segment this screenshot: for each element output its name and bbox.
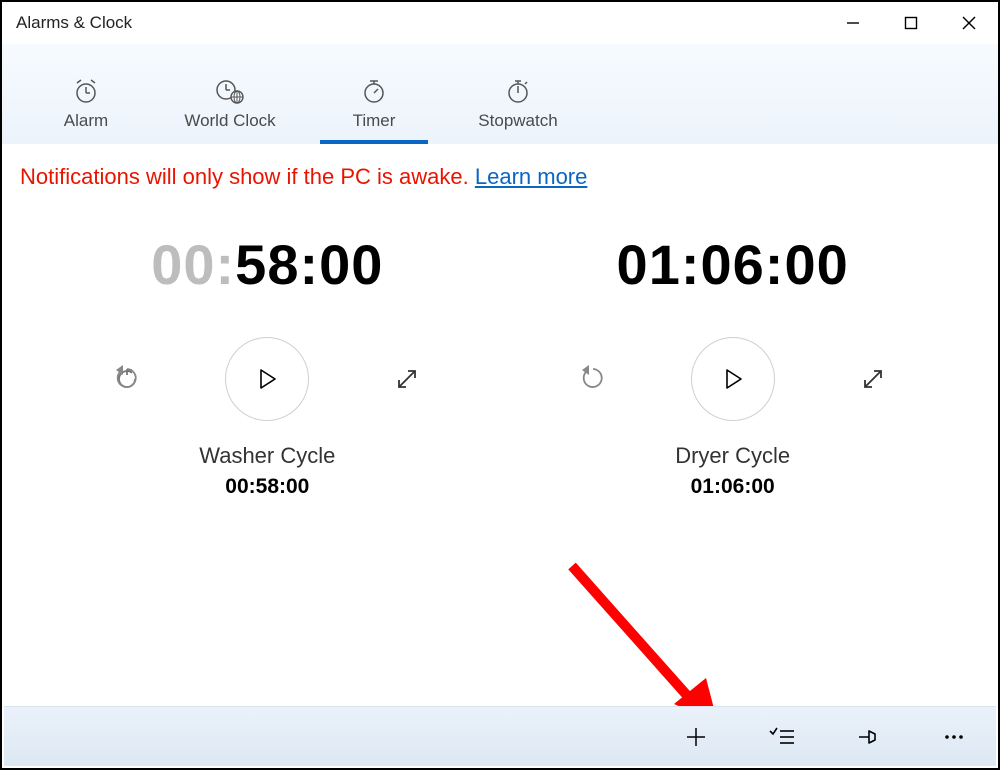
alarm-clock-icon xyxy=(73,77,99,105)
more-button[interactable] xyxy=(934,717,974,757)
timer-controls xyxy=(57,337,477,421)
tabs: Alarm World Clock Timer Stopwatch xyxy=(2,44,602,144)
content-area: Notifications will only show if the PC i… xyxy=(2,144,998,706)
app-window: Alarms & Clock Alarm xyxy=(0,0,1000,770)
tab-timer[interactable]: Timer xyxy=(324,57,424,131)
minimize-button[interactable] xyxy=(824,2,882,44)
window-title: Alarms & Clock xyxy=(16,13,132,33)
timer-name: Washer Cycle xyxy=(57,443,477,469)
timer-duration: 01:06:00 xyxy=(523,475,943,499)
add-timer-button[interactable] xyxy=(676,717,716,757)
notification-text: Notifications will only show if the PC i… xyxy=(20,164,475,189)
reset-icon-arrow xyxy=(112,364,142,394)
reset-button[interactable] xyxy=(107,359,147,399)
list-check-icon xyxy=(769,725,795,749)
timer-icon xyxy=(361,77,387,105)
timer-card-washer: 00:58:00 Washer Cycle 00:58:00 xyxy=(57,232,477,499)
stopwatch-icon xyxy=(505,77,531,105)
timer-minutes: 06 xyxy=(701,233,765,296)
timer-seconds: 00 xyxy=(784,233,848,296)
close-icon xyxy=(962,16,976,30)
play-icon xyxy=(255,367,279,391)
pin-icon xyxy=(855,725,881,749)
timer-hours: 01 xyxy=(617,233,681,296)
close-button[interactable] xyxy=(940,2,998,44)
tab-label: Alarm xyxy=(64,111,108,131)
timers-row: 00:58:00 Washer Cycle 00:58:00 xyxy=(12,232,988,499)
learn-more-link[interactable]: Learn more xyxy=(475,164,588,189)
reset-icon xyxy=(578,364,608,394)
timer-minutes: 58 xyxy=(235,233,299,296)
tab-label: Stopwatch xyxy=(478,111,557,131)
tab-stopwatch[interactable]: Stopwatch xyxy=(468,57,568,131)
tab-alarm[interactable]: Alarm xyxy=(36,57,136,131)
reset-button[interactable] xyxy=(573,359,613,399)
timer-seconds: 00 xyxy=(319,233,383,296)
maximize-button[interactable] xyxy=(882,2,940,44)
timer-hours: 00 xyxy=(151,233,215,296)
expand-button[interactable] xyxy=(853,359,893,399)
expand-icon xyxy=(394,366,420,392)
world-clock-icon xyxy=(215,77,245,105)
timer-countdown: 00:58:00 xyxy=(57,232,477,297)
timer-duration: 00:58:00 xyxy=(57,475,477,499)
pin-button[interactable] xyxy=(848,717,888,757)
minimize-icon xyxy=(846,16,860,30)
tabs-area: Alarm World Clock Timer Stopwatch xyxy=(2,44,998,144)
tab-world-clock[interactable]: World Clock xyxy=(180,57,280,131)
tab-label: World Clock xyxy=(184,111,275,131)
timer-countdown: 01:06:00 xyxy=(523,232,943,297)
tab-label: Timer xyxy=(353,111,396,131)
timer-name: Dryer Cycle xyxy=(523,443,943,469)
play-button[interactable] xyxy=(691,337,775,421)
plus-icon xyxy=(684,725,708,749)
timer-card-dryer: 01:06:00 Dryer Cycle 01:06:00 xyxy=(523,232,943,499)
expand-button[interactable] xyxy=(387,359,427,399)
maximize-icon xyxy=(904,16,918,30)
notification-banner: Notifications will only show if the PC i… xyxy=(12,164,988,196)
window-controls xyxy=(824,2,998,44)
timer-controls xyxy=(523,337,943,421)
titlebar: Alarms & Clock xyxy=(2,2,998,44)
command-bar xyxy=(4,706,996,766)
play-icon xyxy=(721,367,745,391)
more-icon xyxy=(942,725,966,749)
expand-icon xyxy=(860,366,886,392)
list-view-button[interactable] xyxy=(762,717,802,757)
play-button[interactable] xyxy=(225,337,309,421)
